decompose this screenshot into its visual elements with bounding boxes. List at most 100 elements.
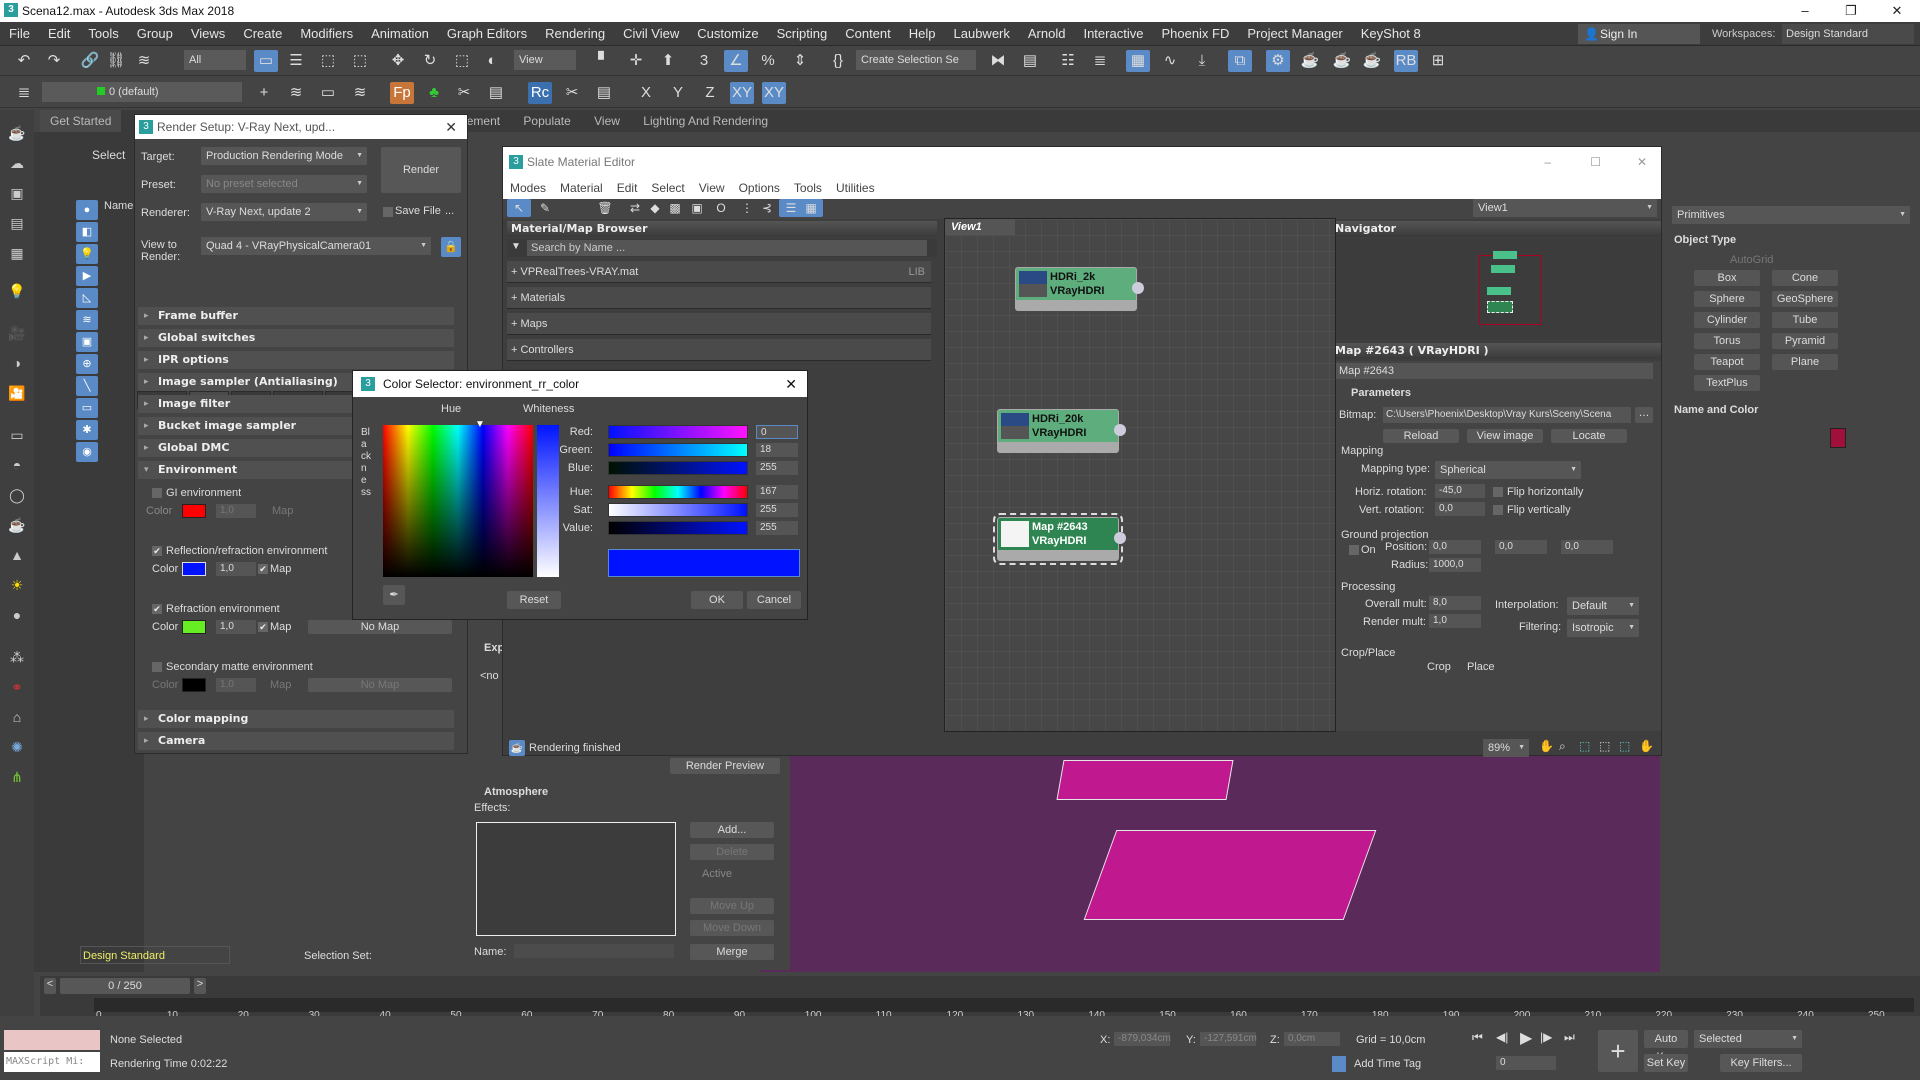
spacewarp-filter-icon[interactable]: ≋: [76, 310, 98, 330]
menu-group[interactable]: Group: [128, 22, 182, 46]
flip-h-checkbox[interactable]: [1493, 487, 1503, 497]
snaps-toggle-icon[interactable]: 3: [692, 50, 716, 72]
set-key-big-button[interactable]: +: [1598, 1030, 1638, 1072]
axis-xy-cycle-button[interactable]: XY: [762, 82, 786, 104]
delete-icon[interactable]: 🗑: [593, 199, 617, 217]
refr-no-map-button[interactable]: No Map: [308, 620, 452, 634]
cloud-icon[interactable]: ☁: [6, 152, 28, 174]
horiz-rotation-spinner[interactable]: -45,0: [1435, 484, 1485, 498]
refl-map-checkbox[interactable]: ✔: [258, 564, 268, 574]
slate-menu-utilities[interactable]: Utilities: [829, 177, 882, 199]
slate-menu-options[interactable]: Options: [732, 177, 787, 199]
refl-mult-spinner[interactable]: 1,0: [216, 562, 256, 576]
fur-icon[interactable]: ⁂: [6, 646, 28, 668]
edit-named-selection-icon[interactable]: {}: [826, 50, 850, 72]
toggle-ribbon-icon[interactable]: ▦: [1126, 50, 1150, 72]
sample-type-icon[interactable]: O: [709, 199, 733, 217]
view-tab[interactable]: View1: [945, 219, 1015, 235]
menu-arnold[interactable]: Arnold: [1019, 22, 1075, 46]
pan-icon[interactable]: ✋: [1539, 739, 1554, 753]
save-file-browse-button[interactable]: ...: [445, 205, 454, 217]
cylinder-button[interactable]: Cylinder: [1694, 312, 1760, 328]
rollout-camera[interactable]: Camera: [138, 732, 454, 750]
browser-group-controllers[interactable]: + Controllers: [507, 339, 931, 361]
zoom-region-icon[interactable]: ⬚: [1579, 739, 1590, 753]
workspace-selector[interactable]: Design Standard: [80, 946, 230, 964]
named-selection-set-dropdown[interactable]: Create Selection Se: [856, 50, 976, 70]
preset-dropdown[interactable]: No preset selected: [201, 175, 367, 193]
close-icon[interactable]: ✕: [785, 371, 797, 397]
time-tag-icon[interactable]: [1332, 1056, 1346, 1072]
volume-icon[interactable]: ✺: [6, 736, 28, 758]
view-image-button[interactable]: View image: [1467, 429, 1543, 443]
light-filter-icon[interactable]: 💡: [76, 244, 98, 264]
railclone-icon[interactable]: Rc: [528, 82, 552, 104]
bind-space-warp-icon[interactable]: ≋: [132, 50, 156, 72]
matte-mult-spinner[interactable]: 1,0: [216, 678, 256, 692]
next-frame-button[interactable]: >: [194, 978, 206, 994]
maximize-button[interactable]: ☐: [1590, 147, 1601, 177]
sun-icon[interactable]: ☀: [6, 574, 28, 596]
renderer-dropdown[interactable]: V-Ray Next, update 2: [201, 203, 367, 221]
proxy-icon[interactable]: ⚭: [6, 676, 28, 698]
menu-tools[interactable]: Tools: [79, 22, 127, 46]
material-editor-icon[interactable]: ⚙: [1266, 50, 1290, 72]
link-icon[interactable]: 🔗: [78, 50, 102, 72]
menu-project-manager[interactable]: Project Manager: [1238, 22, 1351, 46]
render-production-icon[interactable]: ☕: [1360, 50, 1384, 72]
tree-icon[interactable]: ♣: [422, 82, 446, 104]
ambient-light-icon[interactable]: ●: [6, 604, 28, 626]
menu-graph-editors[interactable]: Graph Editors: [438, 22, 536, 46]
bone-filter-icon[interactable]: ╲: [76, 376, 98, 396]
zoom-dropdown[interactable]: 89%: [1483, 739, 1529, 757]
blue-slider[interactable]: [608, 461, 748, 475]
search-options-icon[interactable]: ▼: [511, 241, 521, 252]
crop-radio[interactable]: Crop: [1427, 661, 1451, 673]
move-down-button[interactable]: Move Down: [690, 920, 774, 936]
hue-input[interactable]: 167: [756, 485, 798, 499]
pick-material-icon[interactable]: ✎: [533, 199, 557, 217]
ground-on-checkbox[interactable]: [1349, 545, 1359, 555]
mapping-type-dropdown[interactable]: Spherical: [1435, 461, 1581, 479]
navigator-panel[interactable]: [1331, 239, 1661, 339]
light-lister-icon[interactable]: 💡: [6, 280, 28, 302]
pan-extents-icon[interactable]: ✋: [1639, 739, 1654, 753]
axis-z-button[interactable]: Z: [698, 82, 722, 104]
set-key-button[interactable]: Set Key: [1644, 1054, 1688, 1072]
auto-key-button[interactable]: Auto Key: [1644, 1030, 1688, 1063]
interpolation-dropdown[interactable]: Default: [1567, 597, 1639, 615]
track-bar[interactable]: [94, 998, 1914, 1012]
render-button[interactable]: Render: [381, 147, 461, 193]
rotate-icon[interactable]: ↻: [418, 50, 442, 72]
perspective-viewport[interactable]: [760, 740, 1660, 972]
browser-group-library[interactable]: + VPRealTrees-VRAY.mat LIB: [507, 261, 931, 283]
save-file-checkbox[interactable]: [383, 207, 393, 217]
overall-mult-spinner[interactable]: 8,0: [1429, 596, 1481, 610]
hue-marker-icon[interactable]: ▼: [475, 419, 485, 430]
render-setup-icon[interactable]: ☕: [1298, 50, 1322, 72]
redo-icon[interactable]: ↷: [42, 50, 66, 72]
key-mode-dropdown[interactable]: Selected: [1694, 1030, 1802, 1048]
tools-icon[interactable]: ✂: [452, 82, 476, 104]
rollout-color-mapping[interactable]: Color mapping: [138, 710, 454, 728]
move-up-button[interactable]: Move Up: [690, 898, 774, 914]
align-icon[interactable]: ▤: [1018, 50, 1042, 72]
shape-filter-icon[interactable]: ◧: [76, 222, 98, 242]
key-filters-button[interactable]: Key Filters...: [1720, 1054, 1802, 1072]
active-checkbox[interactable]: Active: [702, 868, 732, 880]
checker-icon[interactable]: ▣: [685, 199, 709, 217]
schematic-view-icon[interactable]: ⧉: [1228, 50, 1252, 72]
output-socket[interactable]: [1114, 532, 1126, 544]
pyramid-button[interactable]: Pyramid: [1772, 333, 1838, 349]
camera-filter-icon[interactable]: ▶: [76, 266, 98, 286]
rollout-global-switches[interactable]: Global switches: [138, 329, 454, 347]
menu-create[interactable]: Create: [234, 22, 291, 46]
material-node[interactable]: HDRi_20k VRayHDRI: [997, 409, 1126, 453]
camera-icon[interactable]: 🎥: [6, 322, 28, 344]
bitmap-path-input[interactable]: C:\Users\Phoenix\Desktop\Vray Kurs\Sceny…: [1383, 407, 1631, 423]
dome-light-icon[interactable]: ◓: [6, 454, 28, 476]
add-time-tag-button[interactable]: Add Time Tag: [1354, 1058, 1421, 1070]
object-type-header[interactable]: Object Type: [1674, 234, 1736, 246]
ribbon-tab-view[interactable]: View: [584, 110, 630, 132]
whiteness-slider[interactable]: [537, 425, 559, 577]
